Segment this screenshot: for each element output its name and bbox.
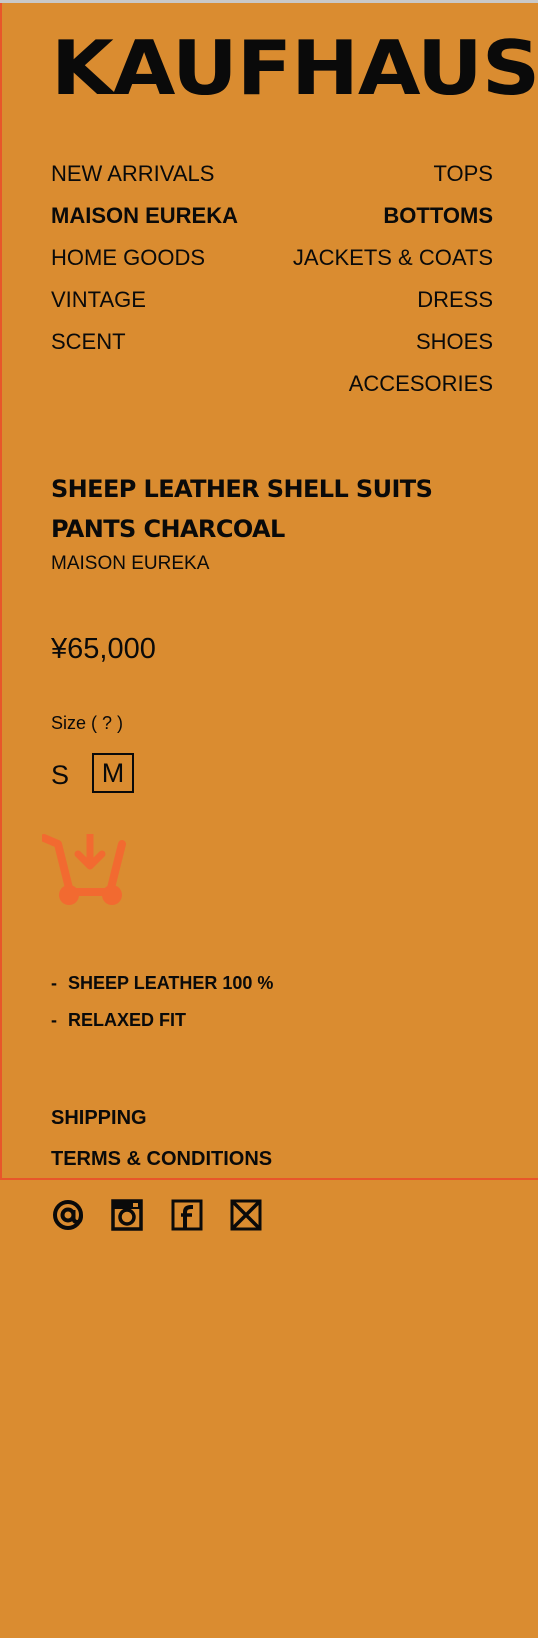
nav-shoes[interactable]: SHOES [416,328,493,356]
feature-bullet: - [51,973,57,993]
feature-text: SHEEP LEATHER 100 % [68,973,274,993]
nav-maison-eureka[interactable]: MAISON EUREKA [51,202,238,230]
product-brand: MAISON EUREKA [51,553,210,574]
nav-bottoms[interactable]: BOTTOMS [383,202,493,230]
footer-link-shipping[interactable]: SHIPPING [51,1105,147,1131]
nav-vintage[interactable]: VINTAGE [51,286,146,314]
product-price: ¥65,000 [51,633,156,665]
nav-new-arrivals[interactable]: NEW ARRIVALS [51,160,214,188]
nav-accesories[interactable]: ACCESORIES [349,370,493,398]
nav-tops[interactable]: TOPS [433,160,493,188]
add-to-cart-button[interactable] [40,830,128,906]
site-logo[interactable]: KAUFHAUS [51,28,538,111]
nav-dress[interactable]: DRESS [417,286,493,314]
instagram-icon[interactable] [110,1198,144,1232]
size-guide-label[interactable]: Size ( ? ) [51,711,123,735]
feature-bullet: - [51,1010,57,1030]
nav-scent[interactable]: SCENT [51,328,126,356]
product-title: SHEEP LEATHER SHELL SUITS PANTS CHARCOAL [51,475,433,543]
mail-icon[interactable] [229,1198,263,1232]
cart-download-icon [40,830,126,905]
at-sign-icon[interactable] [51,1198,85,1232]
facebook-icon[interactable] [170,1198,204,1232]
size-option-m-selected[interactable]: M [92,753,134,793]
footer-link-terms[interactable]: TERMS & CONDITIONS [51,1146,272,1172]
nav-jackets-coats[interactable]: JACKETS & COATS [293,244,493,272]
feature-text: RELAXED FIT [68,1010,187,1030]
feature-item: - SHEEP LEATHER 100 % [51,971,273,995]
nav-home-goods[interactable]: HOME GOODS [51,244,205,272]
size-option-s[interactable]: S [51,758,69,792]
feature-item: - RELAXED FIT [51,1008,186,1032]
